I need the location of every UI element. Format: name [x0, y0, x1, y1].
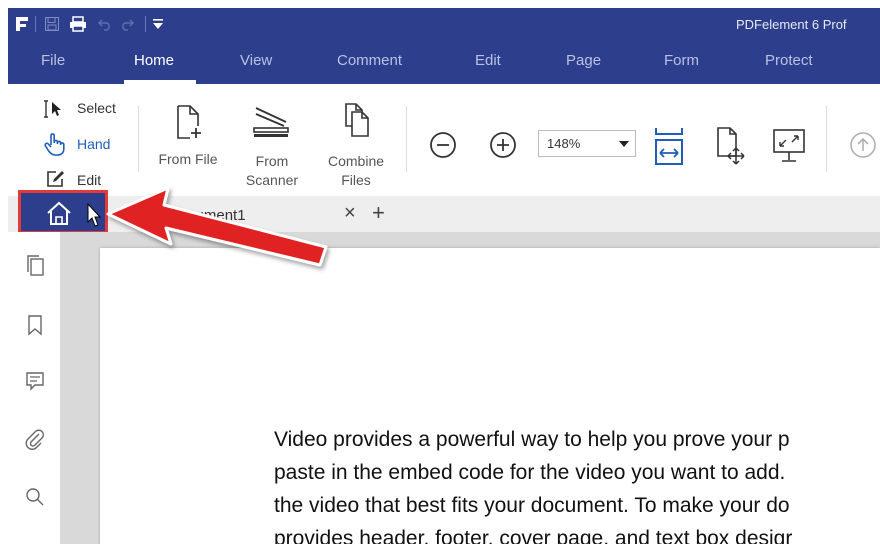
- app-window: PDFelement 6 Prof File Home View Comment…: [8, 8, 880, 544]
- red-arrow-annotation: [106, 186, 328, 267]
